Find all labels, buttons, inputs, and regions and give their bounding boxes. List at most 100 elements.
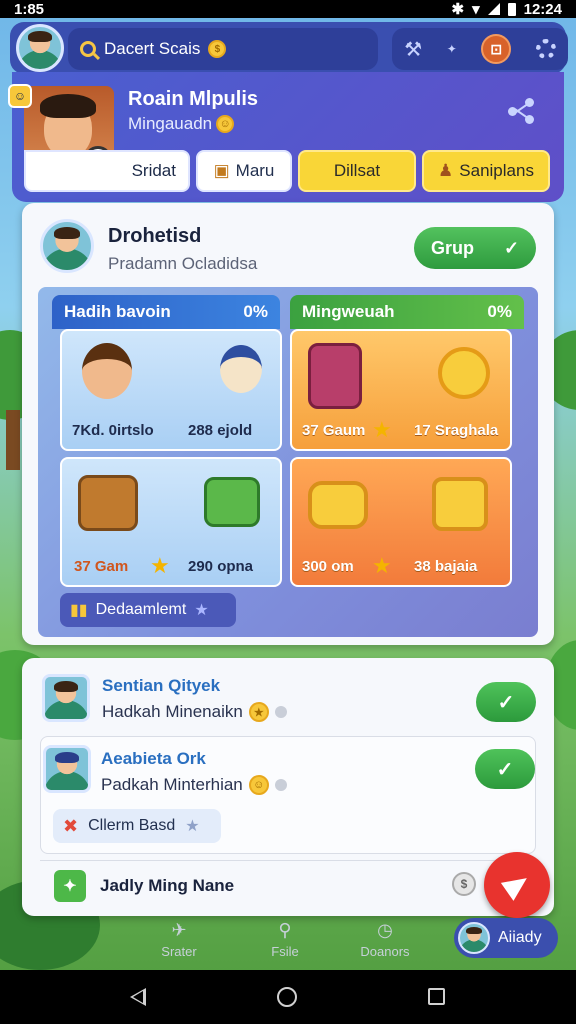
send-fab-button[interactable] xyxy=(484,852,550,918)
star-outline-icon: ★ xyxy=(185,818,200,835)
tile-3-right-label: 290 opna xyxy=(188,558,254,575)
dashboard-pill[interactable]: ▮▮ Dedaamlemt ★ xyxy=(60,593,236,627)
recents-icon[interactable] xyxy=(428,988,445,1005)
ticket-icon xyxy=(308,481,368,529)
bar-chart-icon: ▮▮ xyxy=(70,602,88,619)
group-button[interactable]: Grup ✓ xyxy=(414,227,536,269)
tile-3-left-label: 37 Gam xyxy=(74,558,129,575)
star-icon: ★ xyxy=(372,553,392,578)
wifi-icon: ▾ xyxy=(472,1,480,18)
mascot-icon xyxy=(220,345,262,393)
pill-maru[interactable]: ▣ Maru xyxy=(196,150,292,192)
gift-icon: ✖ xyxy=(63,815,79,836)
status-time-left: 1:85 xyxy=(14,0,45,18)
accept-button[interactable]: ✓ xyxy=(475,749,535,789)
divider xyxy=(40,860,536,861)
coin-icon: ☺ xyxy=(248,775,269,795)
row-subtitle: Padkah Minterhian ☺ xyxy=(101,775,287,795)
plane-icon: ✈ xyxy=(171,920,187,940)
clock-icon: ◷ xyxy=(377,920,393,940)
check-icon: ✓ xyxy=(503,237,520,258)
tag-chip[interactable]: ✖ Cllerm Basd ★ xyxy=(53,809,221,843)
column-header-left: Hadih bavoin 0% xyxy=(52,295,280,329)
reward-tile-1[interactable]: 7Kd. 0irtslo 288 ejold xyxy=(60,329,282,451)
battery-icon xyxy=(507,2,516,16)
friends-list-panel: Sentian Qityek Hadkah Minenaikn ★ ✓ Aeab… xyxy=(22,658,554,916)
dot-icon xyxy=(274,706,287,718)
rewards-board: Hadih bavoin 0% Mingweuah 0% 7Kd. 0irtslo … xyxy=(38,287,538,637)
pill-sridat[interactable]: Sridat xyxy=(24,150,190,192)
coin-icon: $ xyxy=(452,872,476,896)
row-avatar xyxy=(42,674,90,722)
dot-icon xyxy=(274,779,287,791)
tile-1-left-label: 7Kd. 0irtslo xyxy=(72,422,154,439)
status-bar: 1:85 ✱ ▾ 12:24 xyxy=(0,0,576,18)
character-icon xyxy=(82,343,132,399)
star-outline-icon: ★ xyxy=(194,602,209,619)
search-icon xyxy=(80,41,96,57)
smile-coin-icon: ☺ xyxy=(216,115,235,133)
tile-2-left-label: 37 Gaum xyxy=(302,422,366,439)
tile-4-right-label: 38 bajaia xyxy=(414,558,478,575)
pill-dillsat[interactable]: Dillsat xyxy=(298,150,416,192)
app-icon: ✦ xyxy=(54,870,86,902)
computer-chest-icon xyxy=(78,475,138,531)
back-icon[interactable] xyxy=(130,988,146,1006)
status-time-right: 12:24 xyxy=(523,0,562,18)
star-icon: ★ xyxy=(150,553,170,578)
bottom-row-label[interactable]: Jadly Ming Nane xyxy=(100,876,234,896)
accept-button[interactable]: ✓ xyxy=(476,682,536,722)
system-nav-bar xyxy=(0,970,576,1024)
coin-icon: ★ xyxy=(248,702,269,722)
cart-icon xyxy=(204,477,260,527)
smile-badge-icon: ☺ xyxy=(8,84,32,108)
tile-2-right-label: 17 Sraghala xyxy=(414,422,499,439)
tile-4-left-label: 300 om xyxy=(302,558,354,575)
profile-card: ☺ ✓ Roain Mlpulis Mingauadn ☺ Sridat ▣ M… xyxy=(8,72,564,202)
row-avatar xyxy=(43,745,91,793)
profile-subtitle: Mingauadn ☺ xyxy=(128,114,235,134)
column-header-right: Mingweuah 0% xyxy=(290,295,524,329)
nav-item-doanors[interactable]: ◷ Doanors xyxy=(340,920,430,959)
rewards-panel: Drohetisd Pradamn Ocladidsa Grup ✓ Hadih… xyxy=(22,203,554,645)
profile-pill-row: Sridat ▣ Maru Dillsat ♟ Saniplans xyxy=(24,150,550,192)
list-item[interactable]: Aeabieta Ork Padkah Minterhian ☺ ✓ ✖ Cll… xyxy=(40,736,536,854)
row-subtitle: Hadkah Minenaikn ★ xyxy=(102,702,287,722)
reward-tile-4[interactable]: 300 om ★ 38 bajaia xyxy=(290,457,512,587)
pill-saniplans[interactable]: ♟ Saniplans xyxy=(422,150,550,192)
chest-icon: ▣ xyxy=(213,161,230,180)
top-actions: ⚒ ✦ ⊡ xyxy=(392,28,568,70)
star-icon: ★ xyxy=(372,417,392,442)
chip-avatar xyxy=(458,922,490,954)
panel-title: Drohetisd xyxy=(108,225,202,247)
row-title: Sentian Qityek xyxy=(102,676,221,695)
gift-box-icon xyxy=(432,477,488,531)
coin-icon: $ xyxy=(208,40,227,58)
home-icon[interactable] xyxy=(277,987,297,1007)
heart-badge-icon xyxy=(438,347,490,399)
reward-tile-2[interactable]: 37 Gaum ★ 17 Sraghala xyxy=(290,329,512,451)
search-text: Dacert Scais xyxy=(104,39,201,58)
search-bar[interactable]: Dacert Scais $ xyxy=(68,28,378,70)
profile-name: Roain Mlpulis xyxy=(128,88,258,110)
nav-item-srater[interactable]: ✈ Srater xyxy=(134,920,224,959)
sparkle-icon: ✦ xyxy=(446,42,457,56)
share-icon[interactable] xyxy=(508,98,534,124)
gear-icon[interactable] xyxy=(535,39,556,59)
bluetooth-icon: ✱ xyxy=(451,1,465,18)
user-avatar[interactable] xyxy=(16,24,64,72)
tile-1-right-label: 288 ejold xyxy=(188,422,253,439)
panel-subtitle: Pradamn Ocladidsa xyxy=(108,254,258,273)
nav-item-fsile[interactable]: ⚲ Fsile xyxy=(240,920,330,959)
signal-icon xyxy=(487,3,500,15)
row-title: Aeabieta Ork xyxy=(101,749,206,768)
send-icon xyxy=(500,869,534,901)
panel-avatar xyxy=(40,219,94,273)
people-icon: ♟ xyxy=(438,161,454,180)
lock-badge-icon[interactable]: ⊡ xyxy=(481,34,512,64)
hammer-icon[interactable]: ⚒ xyxy=(404,37,422,62)
search-icon: ⚲ xyxy=(278,920,292,940)
arcade-icon xyxy=(308,343,362,409)
user-chip[interactable]: Aiiady xyxy=(454,918,558,958)
reward-tile-3[interactable]: 37 Gam ★ 290 opna xyxy=(60,457,282,587)
